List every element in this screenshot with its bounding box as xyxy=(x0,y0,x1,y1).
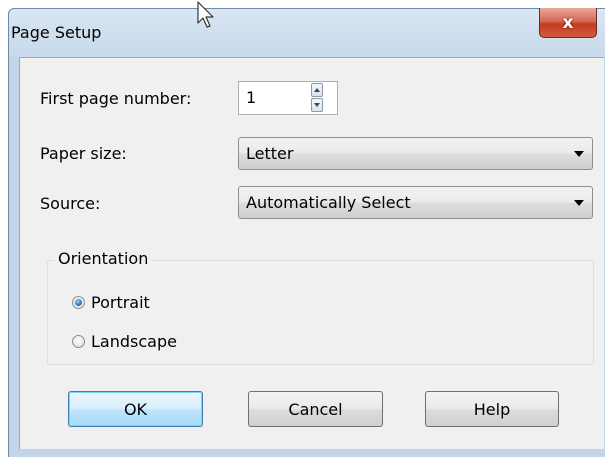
portrait-option[interactable]: Portrait xyxy=(72,293,150,312)
paper-size-value: Letter xyxy=(246,144,294,163)
portrait-radio[interactable] xyxy=(72,296,85,309)
page-setup-dialog: Page Setup x First page number: 1 Paper … xyxy=(8,1,605,457)
window-title: Page Setup xyxy=(11,23,102,42)
mouse-cursor-icon xyxy=(197,1,214,28)
first-page-number-value[interactable]: 1 xyxy=(246,88,256,107)
orientation-group-label: Orientation xyxy=(54,249,153,268)
cancel-button[interactable]: Cancel xyxy=(248,391,383,427)
spin-down-icon[interactable] xyxy=(311,98,323,112)
spin-buttons xyxy=(311,83,323,113)
dialog-body: First page number: 1 Paper size: Letter … xyxy=(19,57,604,449)
paper-size-select[interactable]: Letter xyxy=(238,137,593,170)
source-value: Automatically Select xyxy=(246,193,411,212)
title-bar[interactable]: Page Setup x xyxy=(9,8,605,57)
spin-up-icon[interactable] xyxy=(311,83,323,97)
help-button[interactable]: Help xyxy=(425,391,559,427)
close-button[interactable]: x xyxy=(539,8,597,38)
source-select[interactable]: Automatically Select xyxy=(238,186,593,219)
first-page-number-stepper[interactable]: 1 xyxy=(238,81,338,115)
landscape-label[interactable]: Landscape xyxy=(91,332,177,351)
close-icon: x xyxy=(562,12,574,33)
chevron-down-icon xyxy=(574,200,584,206)
first-page-number-label: First page number: xyxy=(40,89,192,108)
source-label: Source: xyxy=(40,194,101,213)
ok-button[interactable]: OK xyxy=(68,391,203,427)
portrait-label[interactable]: Portrait xyxy=(91,293,150,312)
paper-size-label: Paper size: xyxy=(40,144,127,163)
landscape-option[interactable]: Landscape xyxy=(72,332,177,351)
landscape-radio[interactable] xyxy=(72,335,85,348)
chevron-down-icon xyxy=(574,151,584,157)
